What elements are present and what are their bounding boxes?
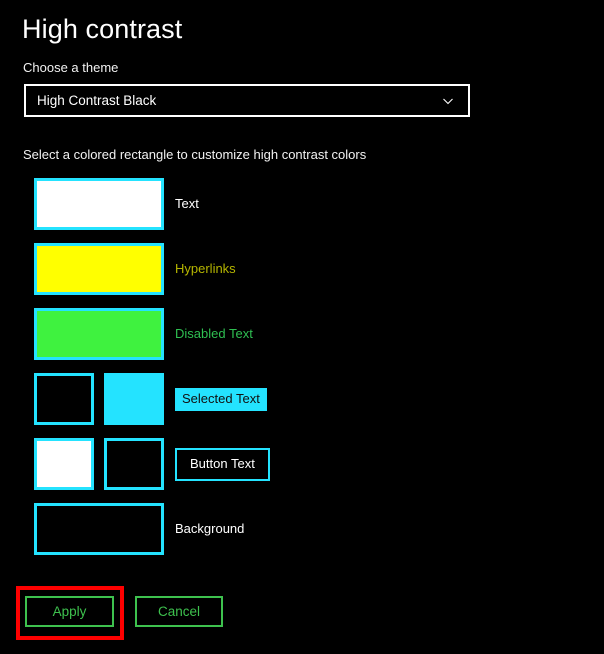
swatch-disabled-text-color[interactable] [34, 308, 164, 360]
swatch-row-disabled-text: Disabled Text [0, 308, 604, 360]
swatch-row-label-selected-text: Selected Text [175, 373, 267, 425]
swatch-row-label-disabled-text: Disabled Text [175, 326, 253, 341]
swatch-row-label-text: Text [175, 196, 199, 211]
theme-dropdown-value: High Contrast Black [37, 92, 157, 108]
choose-theme-label: Choose a theme [23, 60, 119, 75]
swatch-button-text-foreground[interactable] [34, 438, 94, 490]
swatch-selected-text-background[interactable] [104, 373, 164, 425]
swatch-row-button-text: Button Text [0, 438, 604, 490]
swatch-button-text-background[interactable] [104, 438, 164, 490]
cancel-button[interactable]: Cancel [135, 596, 223, 627]
swatch-hyperlinks-color[interactable] [34, 243, 164, 295]
swatch-row-background: Background [0, 503, 604, 555]
instruction-text: Select a colored rectangle to customize … [23, 147, 367, 162]
swatch-selected-text-foreground[interactable] [34, 373, 94, 425]
action-bar: Apply Cancel [0, 586, 604, 646]
color-swatch-list: Text Hyperlinks Disabled Text Selected T… [0, 178, 604, 568]
swatch-row-hyperlinks: Hyperlinks [0, 243, 604, 295]
swatch-row-label-button-text: Button Text [175, 438, 270, 490]
apply-button[interactable]: Apply [25, 596, 114, 627]
swatch-row-selected-text: Selected Text [0, 373, 604, 425]
chevron-down-icon [443, 98, 453, 104]
page-title: High contrast [22, 14, 183, 44]
swatch-row-label-hyperlinks: Hyperlinks [175, 261, 236, 276]
swatch-text-foreground[interactable] [34, 178, 164, 230]
swatch-row-label-background: Background [175, 521, 245, 536]
swatch-background-color[interactable] [34, 503, 164, 555]
swatch-row-text: Text [0, 178, 604, 230]
theme-dropdown[interactable]: High Contrast Black [24, 84, 470, 117]
